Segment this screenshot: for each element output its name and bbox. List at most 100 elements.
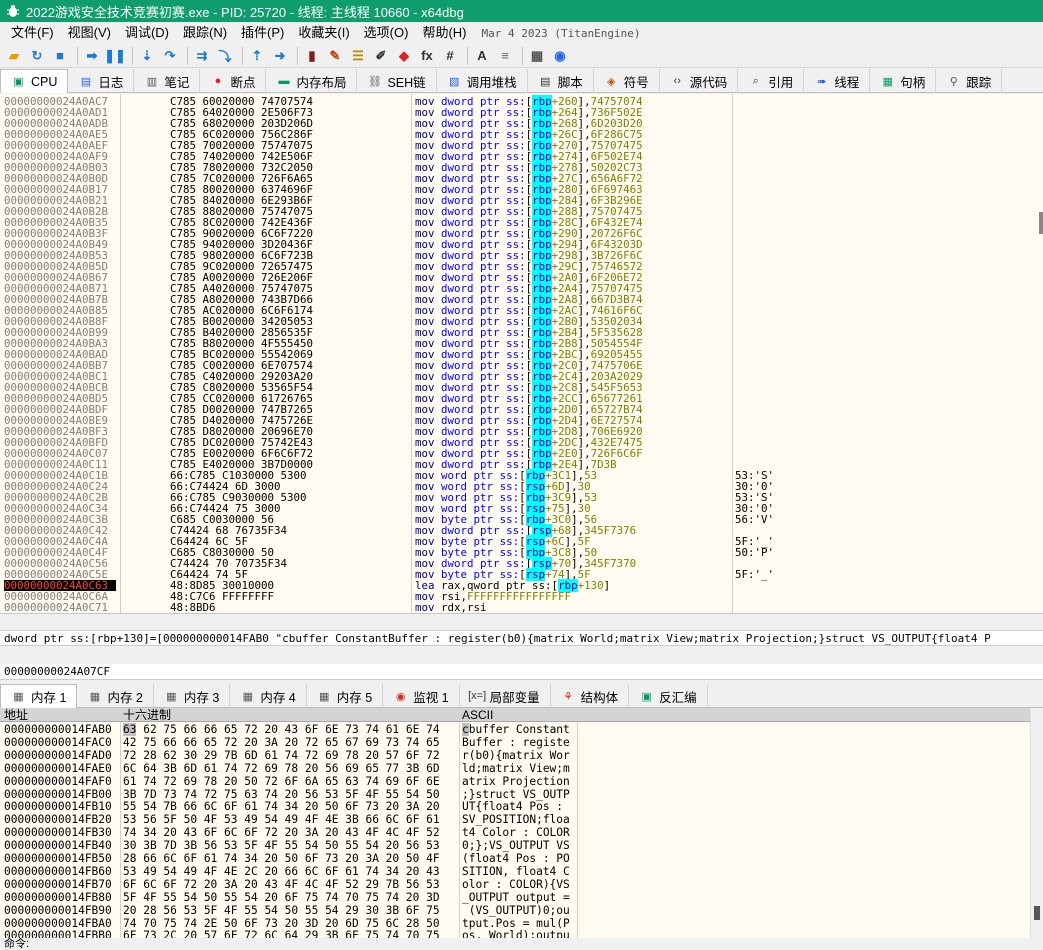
- tab-watch[interactable]: ◉ 监视 1: [383, 684, 460, 708]
- tab-references[interactable]: ⌕ 引用: [738, 69, 805, 93]
- hex-row[interactable]: 000000000014FB80 5F 4F 55 54 50 55 54 20 …: [0, 891, 1030, 904]
- hex-row[interactable]: 000000000014FB90 20 28 56 53 5F 4F 55 54 …: [0, 904, 1030, 917]
- hex-row[interactable]: 000000000014FAE0 6C 64 3B 6D 61 74 72 69 …: [0, 762, 1030, 775]
- hex-row[interactable]: 000000000014FAB0 63 62 75 66 66 65 72 20 …: [0, 723, 1030, 736]
- hex-row[interactable]: 000000000014FB60 53 49 54 49 4F 4E 2C 20 …: [0, 865, 1030, 878]
- hash-icon[interactable]: #: [440, 46, 460, 66]
- hex-ascii: cbuffer Constant: [462, 723, 570, 736]
- tab-dump-1[interactable]: ▦ 内存 1: [0, 684, 78, 708]
- tab-label: 内存 2: [107, 690, 143, 705]
- hex-row[interactable]: 000000000014FBB0 6F 73 2C 20 57 6F 72 6C …: [0, 929, 1030, 938]
- hex-row[interactable]: 000000000014FB00 3B 7D 73 74 72 75 63 74 …: [0, 788, 1030, 801]
- scroll-thumb[interactable]: [1034, 906, 1040, 920]
- toolbar-separator: [77, 46, 78, 65]
- menu-item[interactable]: 跟踪(N): [176, 22, 234, 44]
- tab-log[interactable]: ▤ 日志: [68, 69, 135, 93]
- hex-row[interactable]: 000000000014FB10 55 54 7B 66 6C 6F 61 74 …: [0, 800, 1030, 813]
- run-icon[interactable]: ➡: [82, 46, 102, 66]
- hex-dump-view[interactable]: 地址 十六进制 ASCII 000000000014FAB0 63 62 75 6…: [0, 708, 1043, 938]
- hex-bytes: 3B 7D 73 74 72 75 63 74 20 56 53 5F 4F 5…: [123, 787, 440, 801]
- hex-row[interactable]: 000000000014FB20 53 56 5F 50 4F 53 49 54 …: [0, 813, 1030, 826]
- hex-row[interactable]: 000000000014FAD0 72 28 62 30 29 7B 6D 61 …: [0, 749, 1030, 762]
- menu-item[interactable]: 插件(P): [234, 22, 291, 44]
- hex-row[interactable]: 000000000014FB40 30 3B 7D 3B 56 53 5F 4F …: [0, 839, 1030, 852]
- stop-icon[interactable]: ■: [50, 46, 70, 66]
- label-icon[interactable]: ✐: [371, 46, 391, 66]
- header-address: 地址: [4, 708, 29, 722]
- calculator-icon[interactable]: ▦: [527, 46, 547, 66]
- tab-memory-map[interactable]: ▬ 内存布局: [266, 69, 358, 93]
- menu-item[interactable]: 文件(F): [4, 22, 61, 44]
- symbols-icon: ◈: [606, 75, 616, 88]
- hex-row[interactable]: 000000000014FAF0 61 74 72 69 78 20 50 72 …: [0, 775, 1030, 788]
- trace-over-icon[interactable]: ⤵: [215, 46, 235, 66]
- function-icon[interactable]: fx: [417, 46, 437, 66]
- notes-icon: ▥: [146, 75, 158, 88]
- tab-dump-4[interactable]: ▦ 内存 4: [230, 684, 307, 708]
- tab-threads[interactable]: ➠ 线程: [804, 69, 871, 93]
- run-to-user-code-icon[interactable]: ➜: [270, 46, 290, 66]
- comment-icon[interactable]: ☰: [348, 46, 368, 66]
- tab-dump-3[interactable]: ▦ 内存 3: [154, 684, 231, 708]
- disasm-row[interactable]: 00000000024A0C71 48:8BD6 mov rdx,rsi: [0, 602, 1040, 613]
- font-icon[interactable]: A: [472, 46, 492, 66]
- tab-dump-2[interactable]: ▦ 内存 2: [77, 684, 154, 708]
- tab-source[interactable]: ‹› 源代码: [660, 69, 739, 93]
- tab-cpu[interactable]: ▣ CPU: [0, 69, 69, 93]
- menu-item[interactable]: 选项(O): [357, 22, 416, 44]
- trace-into-icon[interactable]: ⇉: [192, 46, 212, 66]
- tab-label: 内存 5: [336, 690, 373, 705]
- tab-script[interactable]: ▤ 脚本: [528, 69, 594, 93]
- disassembly-view[interactable]: 00000000024A0AC7 C785 60020000 74707574 mo…: [0, 94, 1043, 614]
- tab-label: 引用: [768, 75, 794, 90]
- restart-icon[interactable]: ↻: [27, 46, 47, 66]
- menu-item[interactable]: 调试(D): [118, 22, 176, 44]
- hex-bytes: 63 62 75 66 66 65 72 20 43 6F 6E 73 74 6…: [123, 723, 440, 736]
- patch-icon[interactable]: ✎: [325, 46, 345, 66]
- hex-row[interactable]: 000000000014FB30 74 34 20 43 6F 6C 6F 72 …: [0, 826, 1030, 839]
- tab-dump-5[interactable]: ▦ 内存 5: [307, 684, 384, 708]
- pause-icon[interactable]: ❚❚: [104, 46, 126, 66]
- cursor-char: c: [462, 723, 469, 736]
- tab-disasm[interactable]: ▣ 反汇编: [629, 684, 708, 708]
- tab-locals[interactable]: [x=] 局部变量: [460, 684, 551, 708]
- instruction-comment: 56:'V': [735, 513, 775, 526]
- hex-row[interactable]: 000000000014FB70 6F 6C 6F 72 20 3A 20 43 …: [0, 878, 1030, 891]
- strings-icon[interactable]: ≡: [495, 46, 515, 66]
- disasm-row[interactable]: 00000000024A0C6A 48:C7C6 FFFFFFFF mov rsi,…: [0, 591, 1040, 602]
- hex-row[interactable]: 000000000014FB50 28 66 6C 6F 61 74 34 20 …: [0, 852, 1030, 865]
- bookmark-icon[interactable]: ◆: [394, 46, 414, 66]
- hex-address: 000000000014FBB0: [4, 929, 112, 938]
- menu-item[interactable]: 视图(V): [61, 22, 118, 44]
- header-ascii: ASCII: [462, 708, 494, 722]
- hex-scrollbar[interactable]: [1030, 708, 1043, 938]
- hex-row[interactable]: 000000000014FBA0 74 70 75 74 2E 50 6F 73 …: [0, 917, 1030, 930]
- tab-symbols[interactable]: ◈ 符号: [594, 69, 660, 93]
- hex-address: 000000000014FB20: [4, 813, 112, 827]
- tab-breakpoints[interactable]: ● 断点: [200, 69, 267, 93]
- hex-row[interactable]: 000000000014FAC0 42 75 66 66 65 72 20 3A …: [0, 736, 1030, 749]
- toolbar: ▰ ↻ ■ ➡ ❚❚ ⇣ ↷ ⇉ ⤵ ⇡ ➜ ▮ ✎ ☰ ✐ ◆ fx # A ≡ ▦ ◉: [0, 44, 1043, 68]
- step-into-icon[interactable]: ⇣: [137, 46, 157, 66]
- step-over-icon[interactable]: ↷: [160, 46, 180, 66]
- command-bar[interactable]: 命令:: [0, 938, 1043, 950]
- execute-till-return-icon[interactable]: ⇡: [247, 46, 267, 66]
- tab-callstack[interactable]: ▧ 调用堆栈: [437, 69, 528, 93]
- menu-item[interactable]: 收藏夹(I): [291, 22, 356, 44]
- globe-icon[interactable]: ◉: [550, 46, 570, 66]
- toolbar-separator: [132, 46, 133, 65]
- tab-struct[interactable]: ⚘ 结构体: [551, 684, 630, 708]
- locals-icon: [x=]: [468, 690, 487, 702]
- menu-item[interactable]: 帮助(H): [415, 22, 473, 44]
- open-icon[interactable]: ▰: [4, 46, 24, 66]
- scylla-icon[interactable]: ▮: [302, 46, 322, 66]
- instruction-bytes: 48:8BD6: [170, 601, 216, 614]
- tab-trace[interactable]: ⚲ 跟踪: [936, 69, 1003, 93]
- tab-handles[interactable]: ▦ 句柄: [870, 69, 937, 93]
- toolbar-separator: [187, 46, 188, 65]
- tab-seh[interactable]: ⛓ SEH链: [357, 69, 437, 93]
- toolbar-separator: [242, 46, 243, 65]
- tab-notes[interactable]: ▥ 笔记: [134, 69, 201, 93]
- side-scroll-marker[interactable]: [1039, 212, 1043, 234]
- hex-address: 000000000014FAD0: [4, 748, 112, 762]
